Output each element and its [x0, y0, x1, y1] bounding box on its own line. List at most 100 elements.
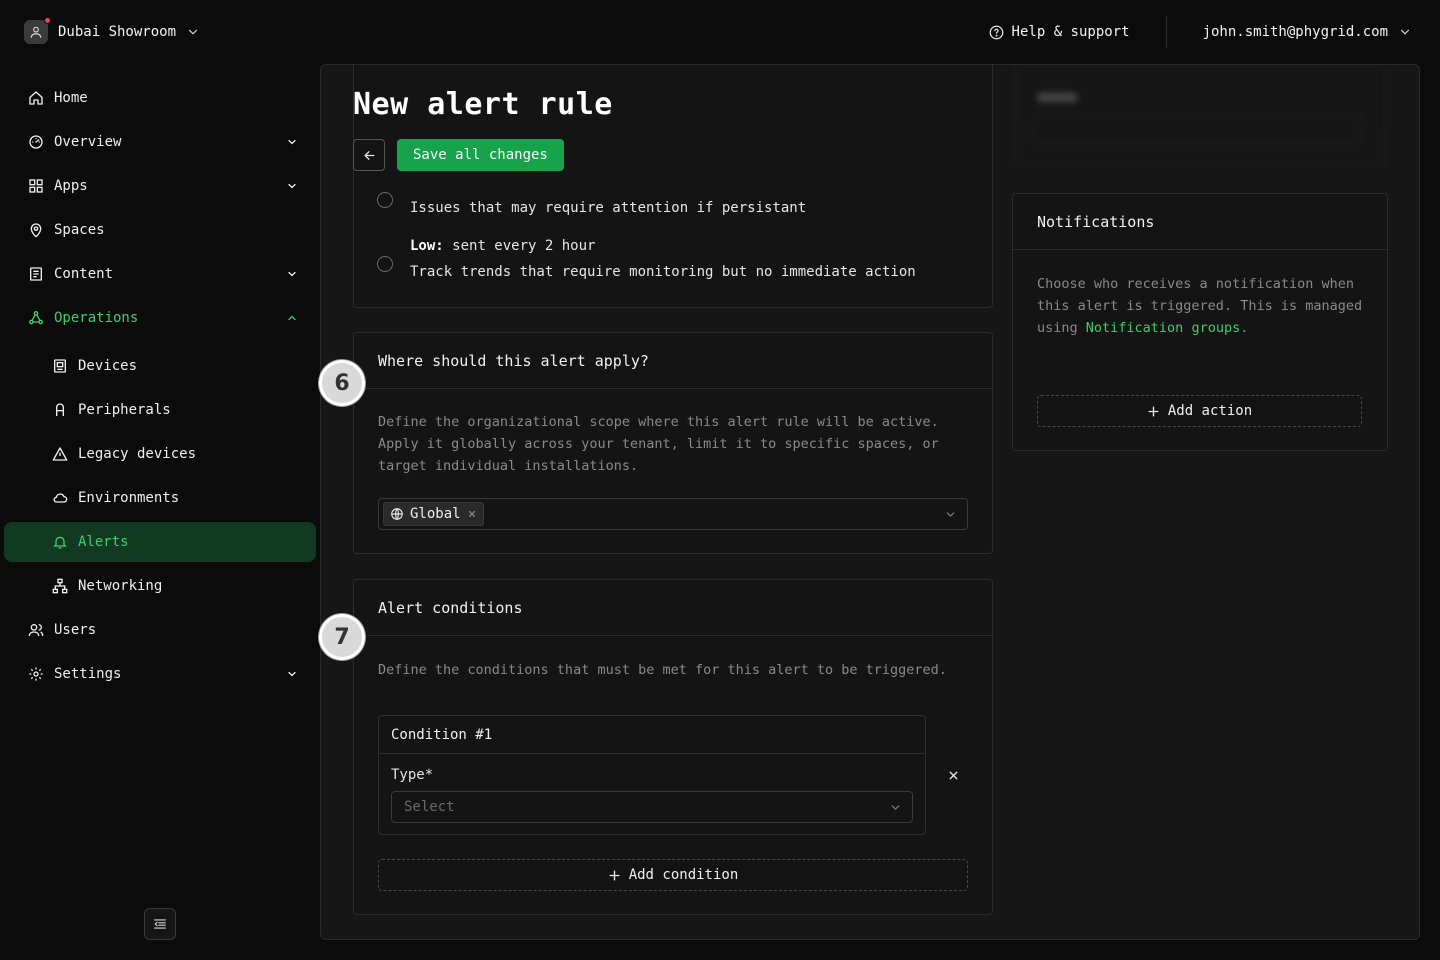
globe-icon: [390, 507, 404, 521]
sidebar-item-label: Environments: [78, 490, 180, 506]
severity-low-description: Track trends that require monitoring but…: [410, 264, 916, 280]
sidebar-item-label: Peripherals: [78, 402, 171, 418]
add-condition-label: Add condition: [628, 867, 739, 883]
sidebar-item-label: Overview: [54, 134, 122, 150]
notifications-card-title: Notifications: [1013, 194, 1387, 250]
sidebar-item-label: Alerts: [78, 534, 129, 550]
sidebar-item-devices[interactable]: Devices: [4, 346, 316, 386]
device-icon: [52, 358, 68, 374]
sidebar-item-spaces[interactable]: Spaces: [4, 210, 316, 250]
help-support-link[interactable]: Help & support: [989, 24, 1166, 40]
sidebar-item-label: Spaces: [54, 222, 105, 238]
remove-condition-icon[interactable]: [945, 767, 961, 783]
workspace-switcher[interactable]: Dubai Showroom: [24, 17, 200, 46]
sidebar-item-legacy-devices[interactable]: Legacy devices: [4, 434, 316, 474]
page-header: New alert rule Save all changes: [321, 65, 1001, 191]
sidebar-item-home[interactable]: Home: [4, 78, 316, 118]
save-all-changes-button[interactable]: Save all changes: [397, 139, 564, 171]
notification-dot: [44, 17, 51, 24]
chevron-down-icon: [186, 25, 200, 39]
required-marker: *: [424, 767, 434, 783]
chevron-down-icon: [889, 801, 902, 814]
notifications-description-end: .: [1240, 320, 1249, 336]
type-label: Type: [391, 767, 425, 783]
sidebar-item-users[interactable]: Users: [4, 610, 316, 650]
peripheral-icon: [52, 402, 68, 418]
arrow-left-icon: [354, 140, 384, 170]
step-6-badge: 6: [319, 360, 365, 406]
chevron-down-icon: [286, 668, 298, 680]
main-panel: Issues that may require attention if per…: [320, 64, 1420, 940]
help-circle-icon: [989, 25, 1004, 40]
sidebar-item-content[interactable]: Content: [4, 254, 316, 294]
help-support-label: Help & support: [1011, 24, 1130, 40]
notifications-description: Choose who receives a notification when …: [1037, 273, 1367, 339]
add-action-button[interactable]: Add action: [1037, 395, 1362, 427]
chevron-down-icon: [944, 508, 957, 521]
sidebar-item-label: Content: [54, 266, 114, 282]
scope-chip-global: Global: [383, 502, 484, 526]
gear-icon: [28, 666, 44, 682]
add-condition-button[interactable]: Add condition: [378, 859, 968, 891]
sidebar-item-label: Networking: [78, 578, 163, 594]
severity-low-radio[interactable]: [377, 256, 393, 272]
condition-title: Condition #1: [379, 716, 925, 754]
sidebar-item-label: Settings: [54, 666, 122, 682]
condition-box: Condition #1 Type* Select: [378, 715, 926, 835]
back-button[interactable]: [353, 139, 385, 171]
bell-icon: [52, 534, 68, 550]
sidebar-item-environments[interactable]: Environments: [4, 478, 316, 518]
plus-icon: [1147, 405, 1160, 418]
condition-type-select[interactable]: Select: [391, 791, 913, 823]
conditions-card: Alert conditions Define the conditions t…: [353, 579, 993, 915]
sidebar-item-networking[interactable]: Networking: [4, 566, 316, 606]
page-title: New alert rule: [353, 87, 613, 122]
type-label-row: Type*: [391, 767, 433, 783]
sidebar-item-label: Apps: [54, 178, 88, 194]
chevron-up-icon: [286, 312, 298, 324]
notification-groups-link[interactable]: Notification groups: [1086, 320, 1240, 336]
remove-chip-icon[interactable]: [467, 509, 477, 519]
sidebar-item-label: Home: [54, 90, 88, 106]
chevron-down-icon: [286, 180, 298, 192]
users-icon: [28, 622, 44, 638]
scope-select[interactable]: Global: [378, 498, 968, 530]
grid-icon: [28, 178, 44, 194]
sidebar-item-overview[interactable]: Overview: [4, 122, 316, 162]
user-menu[interactable]: john.smith@phygrid.com: [1167, 24, 1412, 40]
sidebar-nav: Home Overview Apps Spaces Content Operat…: [0, 78, 320, 698]
notifications-card: Notifications Choose who receives a noti…: [1012, 193, 1388, 451]
scope-chip-label: Global: [410, 506, 461, 522]
cloud-icon: [52, 490, 68, 506]
sidebar-item-operations[interactable]: Operations: [4, 298, 316, 338]
map-pin-icon: [28, 222, 44, 238]
sidebar-item-label: Users: [54, 622, 97, 638]
sidebar-item-settings[interactable]: Settings: [4, 654, 316, 694]
scope-card-title: Where should this alert apply?: [354, 333, 992, 389]
conditions-card-title: Alert conditions: [354, 580, 992, 636]
sidebar-item-alerts[interactable]: Alerts: [4, 522, 316, 562]
plus-icon: [608, 869, 621, 882]
step-7-badge: 7: [319, 614, 365, 660]
user-email: john.smith@phygrid.com: [1202, 24, 1388, 40]
condition-type-placeholder: Select: [404, 799, 455, 815]
network-nodes-icon: [28, 310, 44, 326]
chevron-down-icon: [286, 268, 298, 280]
severity-medium-radio[interactable]: [377, 192, 393, 208]
document-icon: [28, 266, 44, 282]
severity-low-name: Low:: [410, 238, 444, 254]
workspace-name: Dubai Showroom: [58, 24, 177, 40]
add-action-label: Add action: [1167, 403, 1253, 419]
conditions-description: Define the conditions that must be met f…: [378, 662, 947, 678]
sidebar-item-apps[interactable]: Apps: [4, 166, 316, 206]
severity-low-title: Low: sent every 2 hour: [410, 238, 595, 254]
user-icon: [29, 25, 43, 39]
collapse-sidebar-button[interactable]: [144, 908, 176, 940]
sidebar-item-peripherals[interactable]: Peripherals: [4, 390, 316, 430]
chevron-down-icon: [1398, 25, 1412, 39]
home-icon: [28, 90, 44, 106]
scope-description: Define the organizational scope where th…: [378, 414, 939, 474]
severity-medium-description: Issues that may require attention if per…: [410, 200, 807, 216]
sidebar-item-label: Operations: [54, 310, 139, 326]
severity-low-frequency: sent every 2 hour: [452, 238, 596, 254]
